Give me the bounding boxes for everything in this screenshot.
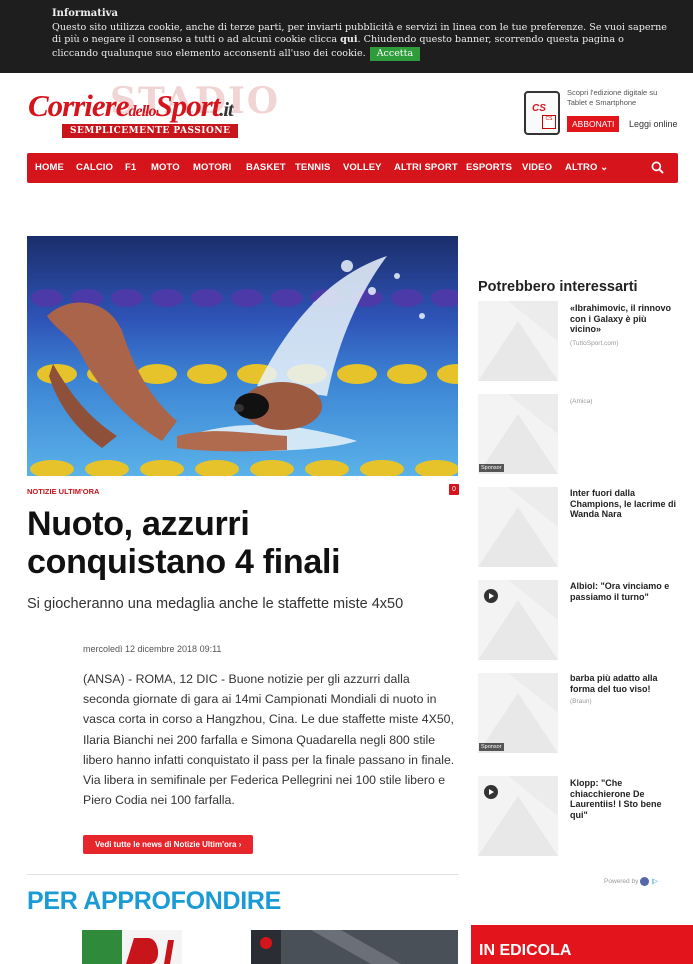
sidebar-card-thumbnail[interactable] [478, 776, 558, 856]
subscribe-button[interactable]: ABBONATI [567, 116, 620, 132]
sidebar-card-title[interactable]: Inter fuori dalla Champions, le lacrime … [570, 488, 678, 520]
sidebar-card-thumbnail[interactable] [478, 580, 558, 660]
nav-item-esports[interactable]: ESPORTS [466, 162, 512, 173]
nav-item-altri-sport[interactable]: ALTRI SPORT [394, 162, 458, 173]
main-nav: HOME CALCIO F1 MOTO MOTORI BASKET TENNIS… [27, 153, 678, 183]
related-thumbnail-2[interactable] [251, 930, 458, 964]
play-icon[interactable] [484, 589, 498, 603]
tablet-icon[interactable]: CS CS [524, 91, 560, 135]
sidebar-card-title[interactable]: Klopp: "Che chiacchierone De Laurentiis!… [570, 778, 678, 820]
placeholder-image [478, 487, 558, 567]
sidebar-card-source: (Braun) [570, 698, 592, 705]
article-category[interactable]: NOTIZIE ULTIM'ORA [27, 487, 99, 496]
placeholder-image [478, 301, 558, 381]
outbrain-logo-icon [640, 877, 650, 886]
article-date: mercoledì 12 dicembre 2018 09:11 [83, 644, 222, 654]
in-edicola-banner[interactable]: IN EDICOLA [471, 925, 693, 964]
sidebar-title: Potrebbero interessarti [478, 279, 638, 295]
sidebar-card-thumbnail[interactable]: Sponsor [478, 673, 558, 753]
placeholder-image [478, 394, 558, 474]
sidebar-card-title[interactable]: «Ibrahimovic, il rinnovo con i Galaxy è … [570, 303, 678, 335]
sponsor-tag: Sponsor [479, 464, 504, 472]
hero-image[interactable] [27, 236, 458, 476]
cookie-line-2: di più o negare il consenso a tutti o ad… [52, 34, 624, 45]
logo-tagline: SEMPLICEMENTE PASSIONE [62, 124, 239, 138]
read-online-link[interactable]: Leggi online [629, 119, 678, 129]
section-title: PER APPROFONDIRE [27, 887, 282, 915]
nav-item-video[interactable]: VIDEO [522, 162, 552, 173]
related-thumbnail-1[interactable] [82, 930, 182, 964]
article-subhead: Si giocheranno una medaglia anche le sta… [27, 596, 404, 612]
cookie-accept-button[interactable]: Accetta [369, 46, 421, 61]
nav-item-f1[interactable]: F1 [125, 162, 136, 173]
sidebar-card-source: (Amica) [570, 398, 593, 405]
sponsor-tag: Sponsor [479, 743, 504, 751]
in-edicola-label: IN EDICOLA [479, 942, 572, 959]
section-divider [27, 874, 459, 875]
nav-item-volley[interactable]: VOLLEY [343, 162, 382, 173]
party-logo-image [82, 930, 182, 964]
article-body: (ANSA) - ROMA, 12 DIC - Buone notizie pe… [83, 672, 455, 808]
nav-item-tennis[interactable]: TENNIS [295, 162, 330, 173]
sidebar-card-source: (TuttoSport.com) [570, 340, 619, 347]
article-headline: Nuoto, azzurri conquistano 4 finali [27, 505, 341, 581]
nav-item-basket[interactable]: BASKET [246, 162, 286, 173]
sidebar-card-thumbnail[interactable]: Sponsor [478, 394, 558, 474]
cookie-title: Informativa [52, 8, 118, 19]
cookie-banner: Informativa Questo sito utilizza cookie,… [0, 0, 693, 73]
cookie-line-1: Questo sito utilizza cookie, anche di te… [52, 21, 667, 33]
cookie-info-link[interactable]: qui [340, 34, 357, 45]
sidebar-card-thumbnail[interactable] [478, 487, 558, 567]
digital-edition-text: Scopri l'edizione digitale su Tablet e S… [567, 88, 658, 107]
swimmer-photo [27, 236, 458, 476]
news-video-image [251, 930, 458, 964]
sidebar-card-title[interactable]: barba più adatto alla forma del tuo viso… [570, 673, 678, 694]
logo-wordmark: CorrieredelloSport.it [28, 88, 234, 123]
sidebar-card-thumbnail[interactable] [478, 301, 558, 381]
placeholder-image [478, 673, 558, 753]
sidebar-card-title[interactable]: Albiol: "Ora vinciamo e passiamo il turn… [570, 581, 678, 602]
nav-item-home[interactable]: HOME [35, 162, 64, 173]
search-icon[interactable] [651, 161, 664, 174]
more-news-button[interactable]: Vedi tutte le news di Notizie Ultim'ora … [83, 835, 254, 854]
cookie-line-3: cliccando qualunque suo elemento acconse… [52, 46, 679, 61]
info-icon: |▷ [651, 878, 659, 886]
comment-count-badge[interactable]: 0 [449, 484, 459, 495]
site-logo[interactable]: STADIO CorrieredelloSport.it SEMPLICEMEN… [28, 80, 288, 144]
powered-by-label[interactable]: Powered by |▷ [604, 877, 658, 886]
nav-item-altro[interactable]: ALTRO ⌄ [565, 162, 608, 173]
nav-item-calcio[interactable]: CALCIO [76, 162, 113, 173]
nav-item-moto[interactable]: MOTO [151, 162, 180, 173]
play-icon[interactable] [484, 785, 498, 799]
nav-item-motori[interactable]: MOTORI [193, 162, 231, 173]
